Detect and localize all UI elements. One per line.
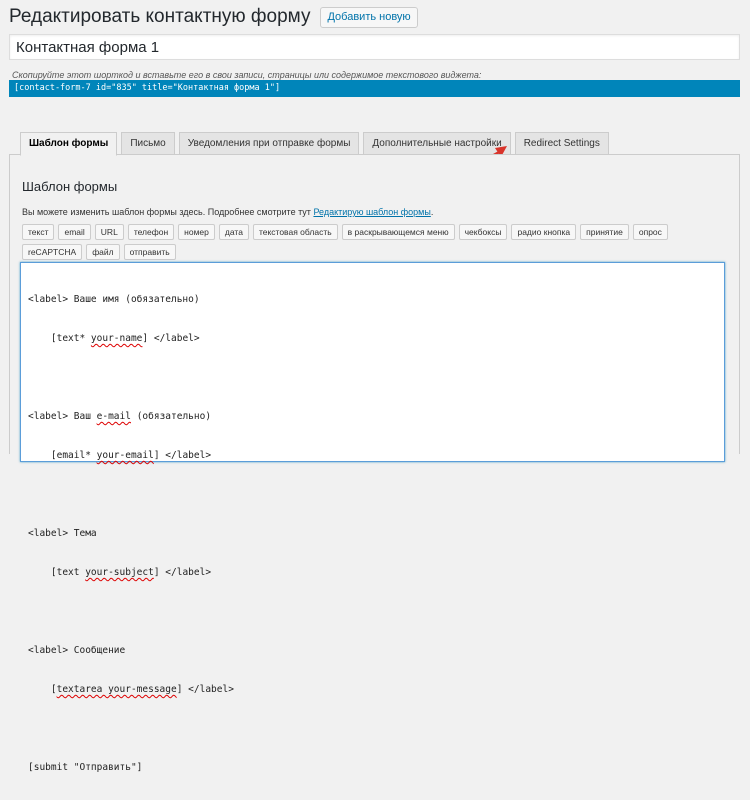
editor-line: [text your-subject] </label> [28,566,717,579]
tag-button-date[interactable]: дата [218,224,249,240]
tag-generator-buttons: текст email URL телефон номер дата текст… [22,224,732,264]
editor-text: [text* [28,333,91,344]
panel-title: Шаблон формы [22,179,118,194]
tag-button-tel[interactable]: телефон [127,224,175,240]
editor-spellcheck-word: your-name [90,333,143,344]
tab-messages[interactable]: Уведомления при отправке формы [178,132,360,155]
tag-button-text[interactable]: текст [22,224,55,240]
editor-blank-line [28,722,717,735]
form-template-editor[interactable]: <label> Ваше имя (обязательно) [text* yo… [20,262,725,773]
panel-description-text: Вы можете изменить шаблон формы здесь. П… [22,207,314,217]
editor-spellcheck-word: your-email [96,450,154,461]
shortcode-hint: Скопируйте этот шорткод и вставьте его в… [12,70,482,80]
panel-description-end: . [430,207,434,217]
editor-text: ] </label> [153,450,212,461]
editor-text: [text [28,567,86,578]
form-template-panel: Шаблон формы Вы можете изменить шаблон ф… [9,154,740,773]
editor-blank-line [28,371,717,384]
tag-button-recaptcha[interactable]: reCAPTCHA [22,244,83,260]
shortcode-box[interactable]: [contact-form-7 id="835" title="Контактн… [9,80,740,97]
editor-text: ] </label> [176,684,234,695]
editor-text: ] </label> [153,567,212,578]
panel-description: Вы можете изменить шаблон формы здесь. П… [22,207,433,217]
editor-text: [email* [28,450,97,461]
tag-button-url[interactable]: URL [94,224,124,240]
editor-line: [textarea your-message] </label> [28,683,717,696]
tab-mail[interactable]: Письмо [121,132,175,155]
editor-line: <label> Ваше имя (обязательно) [28,293,717,306]
tag-button-quiz[interactable]: опрос [632,224,668,240]
tag-button-file[interactable]: файл [86,244,120,260]
editor-spellcheck-word: e-mail [96,411,131,422]
tag-button-checkboxes[interactable]: чекбоксы [458,224,508,240]
editor-line: [text* your-name] </label> [28,332,717,345]
tag-button-email[interactable]: email [58,224,91,240]
editor-text: [ [28,684,57,695]
template-docs-link[interactable]: Редактирую шаблон формы [313,207,430,217]
editor-blank-line [28,488,717,501]
editor-spellcheck-word: textarea your-message [56,684,177,695]
tab-bar: Шаблон формы Письмо Уведомления при отпр… [20,132,613,156]
editor-text: ] </label> [142,333,200,344]
tag-button-acceptance[interactable]: принятие [580,224,629,240]
tag-button-dropdown[interactable]: в раскрывающемся меню [341,224,455,240]
editor-text: (обязательно) [130,411,212,422]
editor-spellcheck-word: your-subject [85,567,154,578]
page-title: Редактировать контактную форму [9,6,311,27]
tab-redirect-settings[interactable]: Redirect Settings [514,132,609,155]
editor-line: <label> Сообщение [28,644,717,657]
editor-text: <label> Сообщение [28,645,126,656]
page-header: Редактировать контактную форму Добавить … [9,6,418,28]
add-new-button[interactable]: Добавить новую [320,6,418,28]
form-title-input[interactable] [9,34,740,60]
editor-line: <label> Ваш e-mail (обязательно) [28,410,717,423]
editor-text: <label> Тема [28,528,97,539]
tag-button-textarea[interactable]: текстовая область [252,224,338,240]
editor-text: <label> Ваше имя (обязательно) [28,294,200,305]
editor-line: [email* your-email] </label> [28,449,717,462]
tag-button-submit[interactable]: отправить [123,244,176,260]
editor-line: <label> Тема [28,527,717,540]
tag-button-radio[interactable]: радио кнопка [511,224,577,240]
editor-line: [submit "Отправить"] [28,761,717,774]
editor-blank-line [28,605,717,618]
editor-text: <label> Ваш [28,411,97,422]
editor-text: [submit "Отправить"] [28,762,143,773]
tab-form-template[interactable]: Шаблон формы [20,132,118,156]
tag-button-number[interactable]: номер [178,224,215,240]
